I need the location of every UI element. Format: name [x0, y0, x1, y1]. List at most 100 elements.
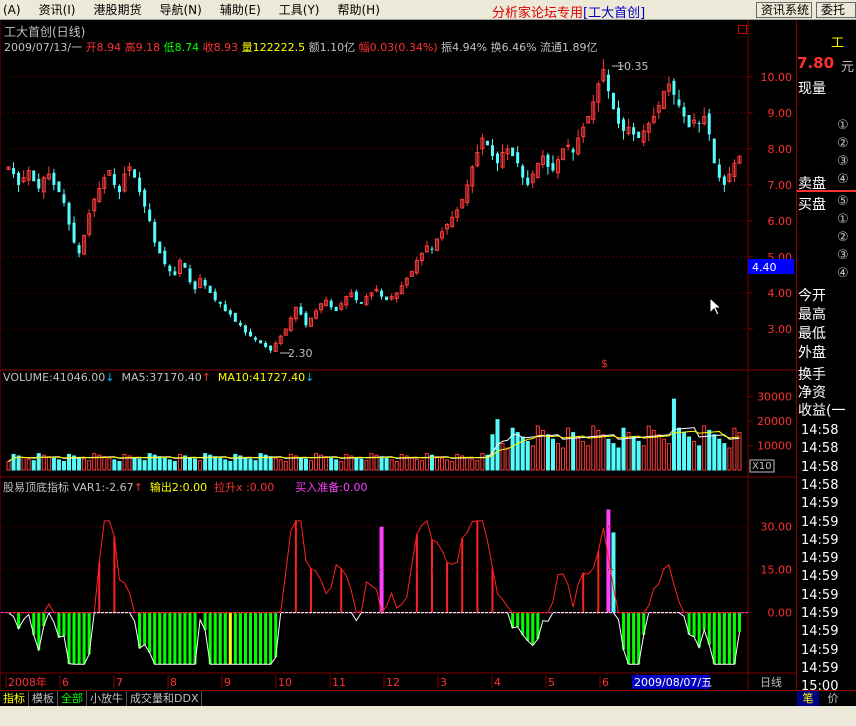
volume-bar	[258, 453, 263, 471]
volume-bar	[157, 456, 162, 471]
menu-a[interactable]: (A)	[0, 3, 30, 17]
tab-template[interactable]: 模板	[29, 690, 58, 707]
volume-bar	[253, 460, 258, 471]
volume-bar	[505, 447, 510, 471]
volume-bar	[409, 457, 414, 471]
tab-indicator[interactable]: 指标	[0, 690, 29, 707]
info-system-button[interactable]: 资讯系统	[756, 2, 812, 18]
tab-xiaofangniu[interactable]: 小放牛	[87, 690, 127, 707]
indicator-bar-green	[516, 612, 520, 627]
status-strip	[0, 706, 856, 726]
indicator-bar-red	[476, 520, 479, 613]
tick-time: 14:59	[801, 569, 839, 585]
volume-bar	[147, 453, 152, 471]
circled-3: ③	[837, 154, 849, 169]
candle-body	[380, 290, 384, 297]
menu-tools[interactable]: 工具(Y)	[270, 1, 329, 18]
menu-hk-futures[interactable]: 港股期货	[84, 1, 150, 18]
menu-help[interactable]: 帮助(H)	[329, 1, 389, 18]
volume-bar	[56, 459, 61, 471]
indicator-bar-green	[692, 612, 696, 637]
indicator-bar-green	[722, 612, 726, 665]
rise-value: 拉升x :0.00	[214, 481, 275, 494]
menu-info[interactable]: 资讯(I)	[30, 1, 85, 18]
candle-body	[682, 107, 686, 117]
candle-body	[712, 138, 716, 164]
date-label: 4	[494, 676, 501, 689]
tick-time: 14:59	[801, 532, 839, 548]
change-value: 0.03(0.34%)	[369, 41, 438, 54]
candle-body	[254, 337, 258, 340]
volume-bar	[676, 427, 681, 471]
tab-all[interactable]: 全部	[58, 690, 87, 707]
open-label: 开	[85, 41, 97, 54]
high-label: 高	[124, 41, 136, 54]
volume-bar	[591, 425, 596, 471]
candle-body	[526, 177, 530, 185]
date-label: 8	[170, 676, 177, 689]
indicator-bar-green	[712, 612, 716, 665]
float-label: 流通	[540, 41, 563, 54]
down-arrow-icon: ↓	[105, 371, 115, 384]
volume-bar	[465, 457, 470, 471]
indicator-line-positive	[8, 520, 740, 614]
price-button[interactable]: 价	[822, 691, 844, 707]
chart-area[interactable]: 10.00 9.00 8.00 7.00 6.00 5.00 4.00 3.00 30000 2…	[0, 20, 796, 690]
volume-bar	[697, 445, 702, 471]
indicator-bar-green	[531, 612, 535, 646]
label-buy: 买盘	[798, 197, 826, 213]
vol-value: 122222.5	[252, 41, 306, 54]
indicator-bar-red	[491, 567, 494, 613]
candle-body	[208, 285, 212, 293]
volume-bar	[117, 460, 122, 471]
volume-bar	[646, 425, 651, 471]
ma10-value: MA10:41727.40	[217, 371, 306, 384]
volume-bar	[561, 447, 566, 471]
indicator-bar-green	[163, 612, 167, 665]
indicator-bar-green	[526, 612, 530, 641]
volume-bar	[450, 460, 455, 471]
volume-bar	[500, 443, 505, 471]
circled-5: ⑤	[837, 194, 849, 209]
square-close-icon[interactable]	[738, 25, 747, 34]
quote-line: 2009/07/13/一 开8.94 高9.18 低8.74 收8.93 量12…	[4, 39, 598, 55]
menu-navigate[interactable]: 导航(N)	[151, 1, 211, 18]
window-title: 分析家论坛专用[工大首创]	[492, 2, 645, 21]
label-low: 最低	[798, 326, 826, 342]
trade-button[interactable]: 委托	[816, 2, 856, 18]
volume-bar	[92, 453, 97, 471]
volume-bar	[122, 453, 127, 471]
volume-bar	[193, 458, 198, 471]
volume-bar	[687, 436, 692, 471]
candle-body	[516, 152, 520, 164]
indicator-bar-green	[717, 612, 721, 665]
indicator-bar-green	[269, 612, 273, 665]
volume-bar	[394, 460, 399, 471]
volume-bar	[671, 398, 676, 471]
indicator-bar-red	[597, 551, 600, 613]
volume-bar	[228, 460, 233, 471]
menu-bar: (A) 资讯(I) 港股期货 导航(N) 辅助(E) 工具(Y) 帮助(H) 分…	[0, 0, 856, 21]
circled-6: ①	[837, 212, 849, 227]
volume-bar	[576, 436, 581, 471]
open-value: 8.94	[96, 41, 122, 54]
volume-bar	[303, 458, 308, 471]
tab-volume-ddx[interactable]: 成交量和DDX	[127, 690, 203, 707]
tick-time: 14:59	[801, 587, 839, 603]
indicator-bar-green	[168, 612, 172, 665]
candle-body	[385, 296, 389, 301]
volume-bar	[344, 453, 349, 471]
price-unit: 元	[841, 60, 855, 75]
kline-chart-svg[interactable]: 10.009.008.007.006.005.004.003.00 300002…	[0, 20, 796, 690]
candle-body	[551, 163, 555, 171]
tick-button[interactable]: 笔	[797, 691, 819, 707]
menu-assist[interactable]: 辅助(E)	[211, 1, 270, 18]
tick-time: 14:59	[801, 606, 839, 621]
indicator-bar-red	[309, 568, 312, 613]
s-mark: $	[601, 357, 608, 370]
indicator-bar-green	[737, 612, 741, 633]
volume-bar	[177, 453, 182, 471]
volume-bar	[87, 460, 92, 471]
quote-panel: 工 7.80 元 现量 ① ② ③ ④ 卖盘 ⑤ 买盘 ① ② ③ ④ 今开 最…	[796, 20, 856, 690]
indicator-name: 股易顶底指标	[3, 481, 69, 494]
